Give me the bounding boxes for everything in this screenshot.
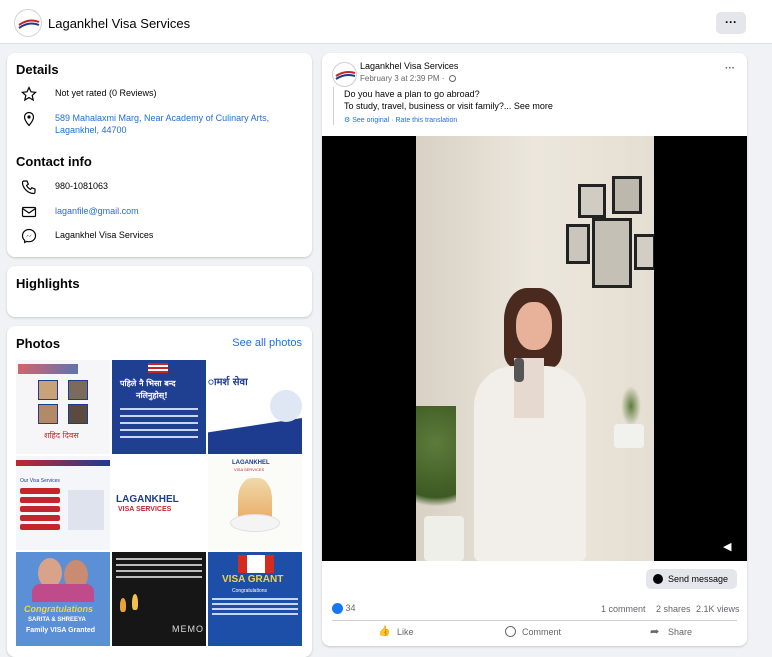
photo-tile-caption: पहिले नै भिसा बन्द (120, 379, 176, 388)
photo-tile-caption: ामर्श सेवा (208, 377, 248, 388)
photo-tile[interactable]: ामर्श सेवा (208, 360, 302, 454)
photo-tile-caption: LAGANKHEL (116, 494, 179, 505)
photo-tile-caption: VISA SERVICES (118, 506, 172, 513)
post-author-name[interactable]: Lagankhel Visa Services (360, 61, 458, 71)
highlights-title: Highlights (16, 276, 80, 291)
photo-tile[interactable]: शहिद दिवस (16, 360, 110, 454)
messenger-name[interactable]: Lagankhel Visa Services (55, 230, 153, 240)
photo-tile[interactable]: Our Visa Services (16, 456, 110, 550)
post-video[interactable]: ◀ (322, 136, 747, 561)
see-original-link[interactable]: See original (352, 117, 389, 124)
like-button[interactable]: 👍 Like (378, 626, 438, 640)
mute-icon[interactable]: ◀ (723, 541, 737, 553)
phone-icon (21, 180, 36, 195)
email-icon (21, 206, 37, 218)
photo-tile-caption: Congratulations (232, 588, 268, 594)
photo-tile-caption: MEMO (172, 624, 204, 634)
photo-tile-caption: Congratulations (24, 604, 93, 614)
share-count[interactable]: 2 shares (656, 604, 691, 614)
details-title: Details (16, 62, 59, 77)
photo-tile[interactable]: LAGANKHEL VISA SERVICES (112, 456, 206, 550)
comment-button[interactable]: Comment (505, 626, 585, 640)
translation-row: ⚙ See original · Rate this translation (344, 116, 457, 124)
reaction-count: 34 (345, 603, 356, 613)
location-pin-icon (23, 111, 35, 127)
settings-gear-icon: ⚙ (344, 117, 351, 124)
photo-tile-caption: LAGANKHEL (232, 460, 270, 466)
photo-tile[interactable]: पहिले नै भिसा बन्द नलिनुहोस्! (112, 360, 206, 454)
send-message-button[interactable]: Send message (646, 569, 737, 589)
address-line1[interactable]: 589 Mahalaxmi Marg, Near Academy of Culi… (55, 113, 269, 123)
page-logo[interactable] (14, 9, 42, 37)
photo-tile-caption: नलिनुहोस्! (136, 391, 168, 400)
comment-count[interactable]: 1 comment (601, 604, 646, 614)
photo-tile[interactable]: LAGANKHEL VISA SERVICES (208, 456, 302, 550)
view-count: 2.1K views (696, 604, 740, 614)
photo-tile-caption: Our Visa Services (20, 478, 60, 484)
like-label: Like (397, 627, 414, 637)
photos-title: Photos (16, 336, 61, 351)
post-timestamp-text: February 3 at 2:39 PM · (360, 74, 445, 83)
comment-bubble-icon (505, 626, 516, 637)
share-button[interactable]: ➦ Share (650, 626, 710, 640)
photo-tile[interactable]: VISA GRANT Congratulations (208, 552, 302, 646)
rating-text: Not yet rated (0 Reviews) (55, 88, 157, 98)
rate-translation-link[interactable]: Rate this translation (395, 117, 457, 124)
photo-tile-caption: SARITA & SHREEYA (28, 617, 86, 623)
photo-tile-caption: VISA GRANT (222, 574, 284, 585)
highlights-card: Highlights (7, 266, 312, 317)
video-frame (416, 136, 654, 561)
share-label: Share (668, 627, 693, 637)
post-text-line1: Do you have a plan to go abroad? (344, 89, 480, 99)
email-link[interactable]: laganfile@gmail.com (55, 206, 139, 216)
photos-card: Photos See all photos शहिद दिवस पहिले नै… (7, 326, 312, 657)
photo-tile-caption: Family VISA Granted (26, 627, 95, 634)
post-text-line2: To study, travel, business or visit fami… (344, 101, 553, 111)
photo-tile[interactable]: MEMO (112, 552, 206, 646)
photo-tile[interactable]: Congratulations SARITA & SHREEYA Family … (16, 552, 110, 646)
photo-tile-caption: VISA SERVICES (234, 467, 265, 472)
post-card: Lagankhel Visa Services February 3 at 2:… (322, 53, 747, 646)
address-line2[interactable]: Lagankhel, 44700 (55, 125, 127, 135)
share-arrow-icon: ➦ (650, 626, 660, 638)
page-name[interactable]: Lagankhel Visa Services (48, 16, 190, 31)
see-all-photos-link[interactable]: See all photos (232, 337, 302, 349)
globe-icon (448, 75, 456, 83)
canada-flag-icon (238, 555, 274, 573)
contact-info-title: Contact info (16, 154, 92, 169)
intro-card: Details Not yet rated (0 Reviews) 589 Ma… (7, 53, 312, 257)
post-author-avatar[interactable] (332, 62, 357, 87)
like-reaction-icon (332, 603, 343, 615)
translation-bar (333, 87, 334, 125)
messenger-icon (21, 228, 37, 244)
send-message-label: Send message (668, 574, 729, 584)
reaction-summary[interactable]: 34 (332, 603, 356, 615)
thumbs-up-icon: 👍 (378, 626, 391, 637)
photo-tile-caption: शहिद दिवस (44, 431, 79, 440)
star-icon (21, 86, 37, 102)
phone-number: 980-1081063 (55, 181, 109, 191)
post-options-button[interactable]: ··· (725, 63, 735, 74)
more-options-button[interactable]: ··· (716, 12, 746, 34)
comment-label: Comment (522, 627, 562, 637)
action-divider (332, 620, 737, 621)
messenger-icon (653, 574, 663, 584)
post-timestamp[interactable]: February 3 at 2:39 PM · (360, 74, 456, 83)
page-header-bar: Lagankhel Visa Services ··· (0, 0, 772, 44)
